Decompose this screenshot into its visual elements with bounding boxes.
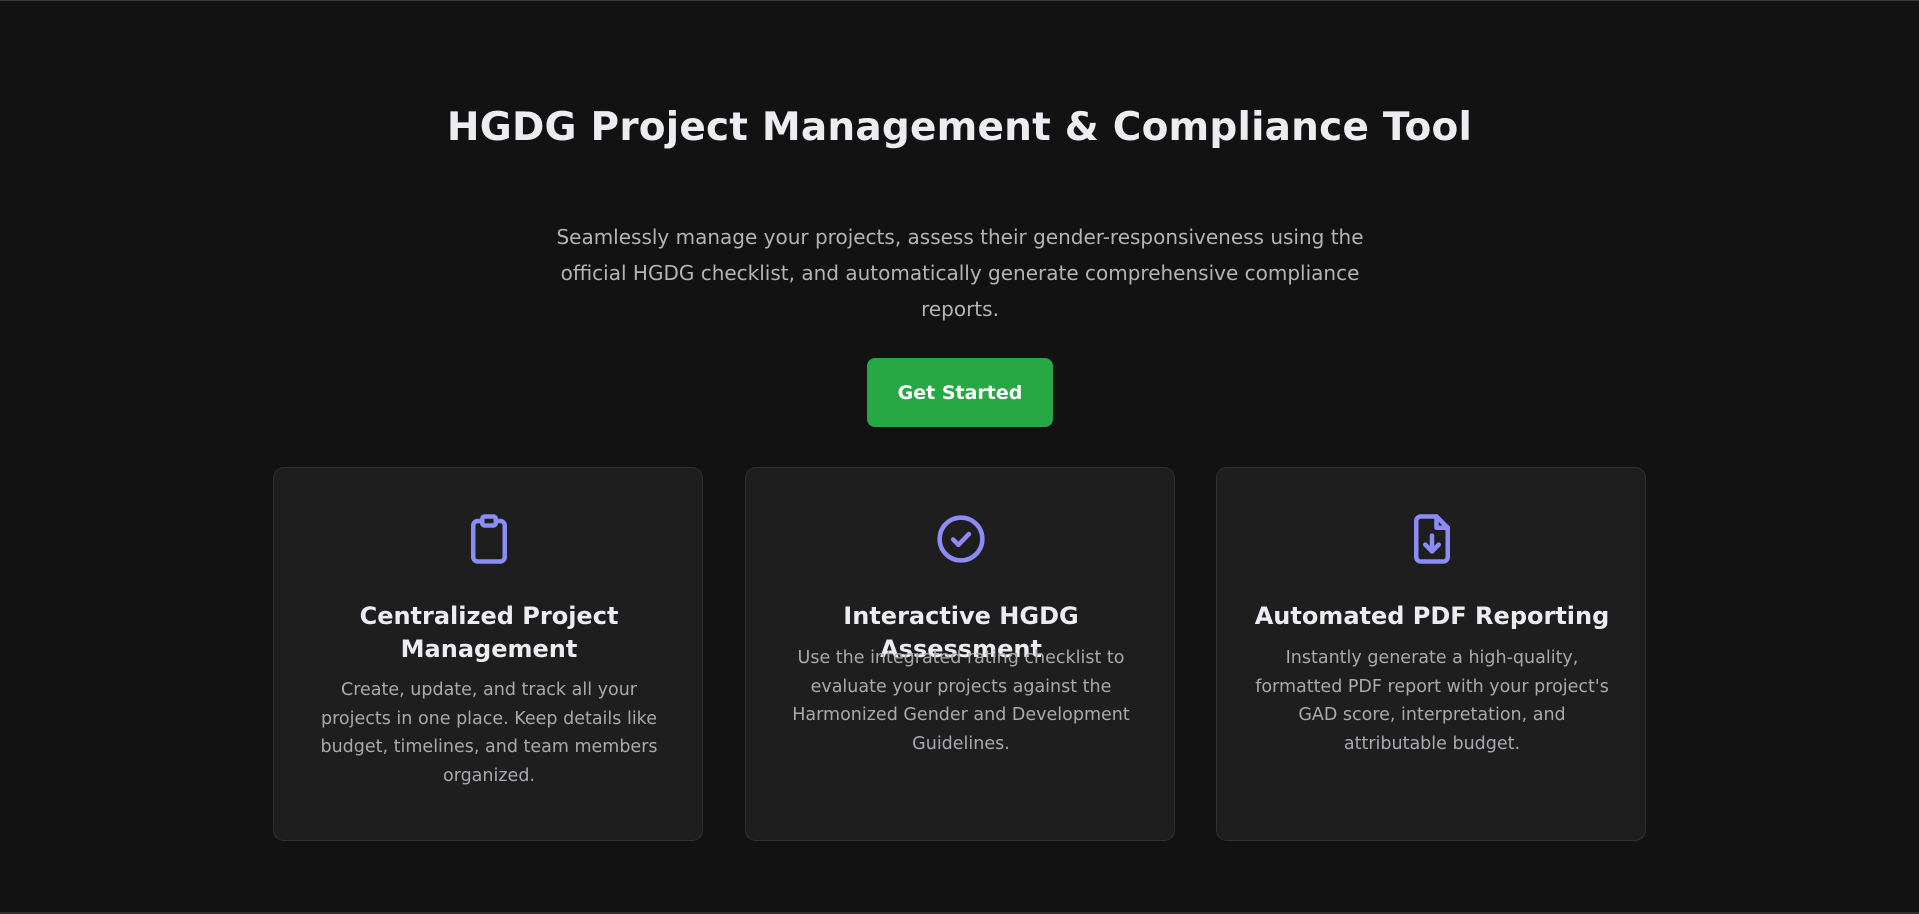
feature-card-project-management: Centralized Project Management Create, u… <box>273 467 703 841</box>
feature-title: Automated PDF Reporting <box>1254 602 1610 630</box>
check-circle-icon <box>934 512 988 566</box>
file-download-icon <box>1405 512 1459 566</box>
feature-description: Use the integrated rating checklist to e… <box>792 648 1130 754</box>
feature-title: Centralized Project Management <box>359 602 619 663</box>
feature-card-hgdg-assessment: Interactive HGDG Assessment Use the inte… <box>745 467 1175 841</box>
get-started-button[interactable]: Get Started <box>867 358 1053 427</box>
feature-description: Create, update, and track all your proje… <box>320 680 658 786</box>
landing-page: HGDG Project Management & Compliance Too… <box>0 0 1919 914</box>
clipboard-icon <box>462 512 516 566</box>
feature-description: Instantly generate a high-quality, forma… <box>1255 648 1609 754</box>
feature-card-pdf-reporting: Automated PDF Reporting Instantly genera… <box>1216 467 1646 841</box>
page-title: HGDG Project Management & Compliance Too… <box>446 105 1473 150</box>
hero-subtitle: Seamlessly manage your projects, assess … <box>556 225 1364 321</box>
